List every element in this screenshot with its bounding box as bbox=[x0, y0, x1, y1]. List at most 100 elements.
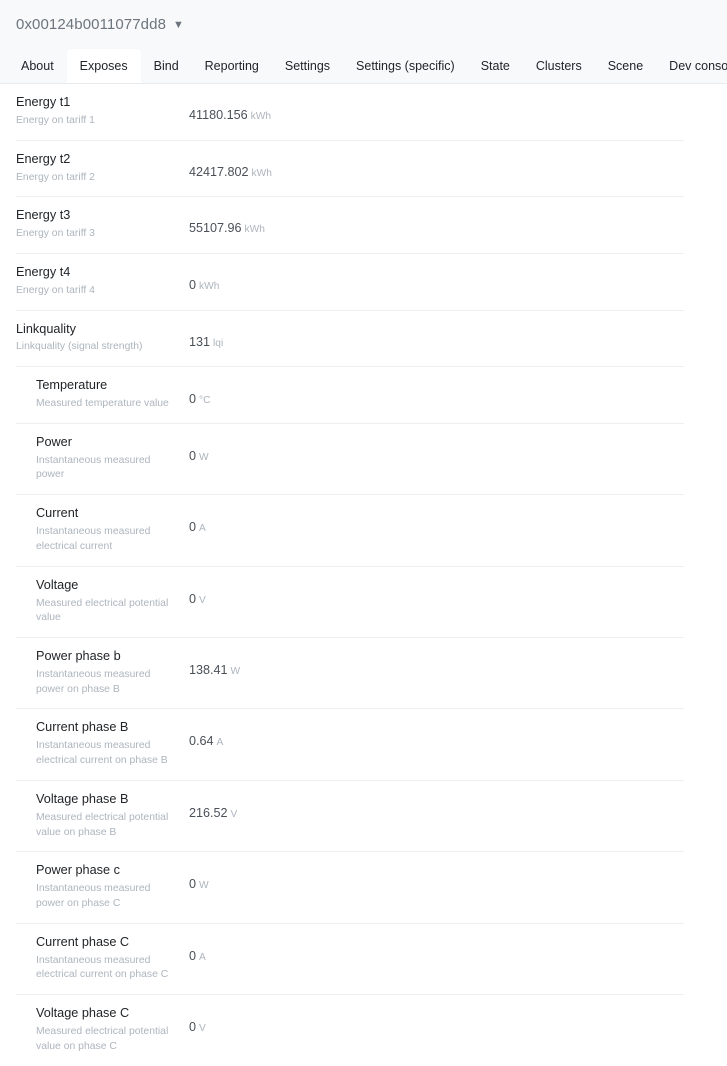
expose-label-col: Temperature Measured temperature value bbox=[36, 378, 189, 412]
expose-label-col: Current Instantaneous measured electrical… bbox=[36, 506, 189, 554]
chevron-down-icon: ▼ bbox=[173, 19, 185, 31]
expose-description: Energy on tariff 1 bbox=[16, 114, 95, 126]
tab-scene[interactable]: Scene bbox=[595, 49, 656, 83]
expose-value-number: 55107.96 bbox=[189, 221, 242, 236]
device-exposes-page: 0x00124b0011077dd8 ▼ About Exposes Bind Rep… bbox=[0, 0, 727, 1066]
tab-clusters[interactable]: Clusters bbox=[523, 49, 595, 83]
expose-description: Instantaneous measured power on phase C bbox=[36, 883, 151, 909]
expose-value-unit: lqi bbox=[213, 337, 224, 349]
expose-label: Current bbox=[36, 506, 79, 521]
expose-value-number: 0 bbox=[189, 448, 197, 463]
expose-label-col: Power Instantaneous measured power bbox=[36, 435, 189, 483]
exposes-list: Energy t1 Energy on tariff 1 41180.156 kWh E… bbox=[0, 84, 727, 1066]
expose-value: 0W bbox=[189, 435, 209, 463]
expose-label-col: Energy t1 Energy on tariff 1 bbox=[16, 95, 189, 129]
expose-value-number: 0 bbox=[189, 591, 197, 606]
expose-label-col: Power phase b Instantaneous measured powe… bbox=[36, 649, 189, 697]
expose-value-unit: W bbox=[199, 880, 209, 892]
expose-value: 0W bbox=[189, 863, 209, 891]
tab-reporting[interactable]: Reporting bbox=[192, 49, 272, 83]
device-id-label: 0x00124b0011077dd8 bbox=[16, 16, 167, 33]
expose-value-number: 0 bbox=[189, 1020, 197, 1035]
expose-row: Power Instantaneous measured power 0 W bbox=[16, 424, 684, 496]
expose-label-col: Energy t3 Energy on tariff 3 bbox=[16, 208, 189, 242]
expose-label-col: Energy t2 Energy on tariff 2 bbox=[16, 152, 189, 186]
expose-label: Voltage bbox=[36, 577, 79, 592]
expose-row: Power phase b Instantaneous measured powe… bbox=[16, 638, 684, 710]
expose-label-col: Current phase B Instantaneous measured el… bbox=[36, 720, 189, 768]
expose-row: Energy t3 Energy on tariff 3 55107.96 kWh bbox=[16, 197, 684, 254]
expose-value-unit: V bbox=[199, 1023, 206, 1035]
expose-row: Current phase C Instantaneous measured el… bbox=[16, 924, 684, 996]
expose-description: Measured electrical potential value on p… bbox=[36, 811, 169, 838]
expose-row: Current Instantaneous measured electrical… bbox=[16, 495, 684, 567]
tab-exposes[interactable]: Exposes bbox=[66, 49, 141, 83]
expose-value-number: 0 bbox=[189, 520, 197, 535]
expose-description: Instantaneous measured electrical curren… bbox=[36, 526, 151, 552]
expose-value: 0.64 A bbox=[189, 720, 223, 748]
expose-description: Instantaneous measured electrical curren… bbox=[36, 954, 169, 981]
expose-label: Temperature bbox=[36, 378, 108, 393]
device-selector[interactable]: 0x00124b0011077dd8 ▼ bbox=[16, 16, 184, 33]
expose-value: 216.52 V bbox=[189, 792, 237, 820]
expose-value-number: 0.64 bbox=[189, 734, 214, 749]
expose-value-unit: A bbox=[199, 523, 206, 535]
expose-label: Voltage phase C bbox=[36, 1006, 130, 1021]
expose-value: 0A bbox=[189, 506, 206, 534]
expose-label: Linkquality bbox=[16, 321, 76, 336]
expose-label: Energy t3 bbox=[16, 208, 71, 223]
tab-about[interactable]: About bbox=[8, 49, 67, 83]
expose-value-unit: V bbox=[230, 808, 238, 820]
expose-row: Voltage Measured electrical potential val… bbox=[16, 567, 684, 639]
tab-settings[interactable]: Settings bbox=[272, 49, 343, 83]
expose-description: Measured electrical potential value on p… bbox=[36, 1025, 169, 1052]
expose-value-unit: °C bbox=[199, 395, 211, 407]
expose-value-unit: W bbox=[230, 666, 241, 678]
expose-value: 0 kWh bbox=[189, 265, 219, 292]
expose-label: Current phase B bbox=[36, 720, 129, 735]
expose-value-number: 138.41 bbox=[189, 663, 228, 678]
tab-bar: About Exposes Bind Reporting Settings Setting… bbox=[0, 49, 727, 84]
expose-label: Power phase c bbox=[36, 863, 120, 878]
expose-label-col: Current phase C Instantaneous measured el… bbox=[36, 935, 189, 983]
expose-value-unit: kWh bbox=[250, 111, 271, 122]
expose-description: Measured temperature value bbox=[36, 398, 169, 410]
expose-row: Power phase c Instantaneous measured powe… bbox=[16, 852, 684, 924]
expose-value-number: 0 bbox=[189, 392, 197, 407]
expose-label-col: Voltage phase C Measured electrical poten… bbox=[36, 1006, 189, 1054]
expose-row: Current phase B Instantaneous measured el… bbox=[16, 709, 684, 781]
expose-description: Linkquality (signal strength) bbox=[16, 341, 143, 353]
expose-value-number: 216.52 bbox=[189, 805, 228, 820]
expose-row: Voltage phase B Measured electrical poten… bbox=[16, 781, 684, 853]
tab-bind[interactable]: Bind bbox=[141, 49, 192, 83]
expose-value-unit: kWh bbox=[244, 224, 265, 236]
expose-value: 0A bbox=[189, 935, 206, 963]
expose-description: Instantaneous measured power on phase B bbox=[36, 668, 151, 695]
expose-value-unit: A bbox=[199, 951, 206, 963]
expose-label-col: Power phase c Instantaneous measured powe… bbox=[36, 863, 189, 911]
expose-value: 55107.96 kWh bbox=[189, 208, 265, 235]
expose-row: Energy t1 Energy on tariff 1 41180.156 kWh bbox=[16, 84, 684, 141]
expose-value: 138.41 W bbox=[189, 649, 240, 677]
expose-label-col: Linkquality Linkquality (signal strength) bbox=[16, 322, 189, 356]
topbar: 0x00124b0011077dd8 ▼ bbox=[0, 0, 727, 49]
expose-label-col: Energy t4 Energy on tariff 4 bbox=[16, 265, 189, 299]
expose-label: Power phase b bbox=[36, 649, 121, 664]
expose-value-number: 42417.802 bbox=[189, 164, 249, 179]
expose-label: Energy t1 bbox=[16, 95, 71, 109]
expose-description: Instantaneous measured electrical curren… bbox=[36, 740, 168, 767]
tab-settings-specific[interactable]: Settings (specific) bbox=[343, 49, 468, 83]
expose-label-col: Voltage phase B Measured electrical poten… bbox=[36, 792, 189, 840]
expose-value: 42417.802 kWh bbox=[189, 152, 272, 179]
expose-description: Energy on tariff 4 bbox=[16, 284, 95, 296]
expose-label: Energy t4 bbox=[16, 264, 71, 279]
tab-dev-console[interactable]: Dev console bbox=[656, 49, 727, 83]
expose-value-unit: kWh bbox=[199, 280, 220, 292]
expose-value-unit: kWh bbox=[251, 167, 272, 179]
expose-value-unit: A bbox=[216, 737, 224, 749]
expose-label: Voltage phase B bbox=[36, 791, 129, 806]
expose-description: Measured electrical potential value bbox=[36, 597, 169, 624]
expose-value: 0V bbox=[189, 1006, 206, 1034]
tab-state[interactable]: State bbox=[468, 49, 523, 83]
expose-label: Energy t2 bbox=[16, 151, 71, 166]
